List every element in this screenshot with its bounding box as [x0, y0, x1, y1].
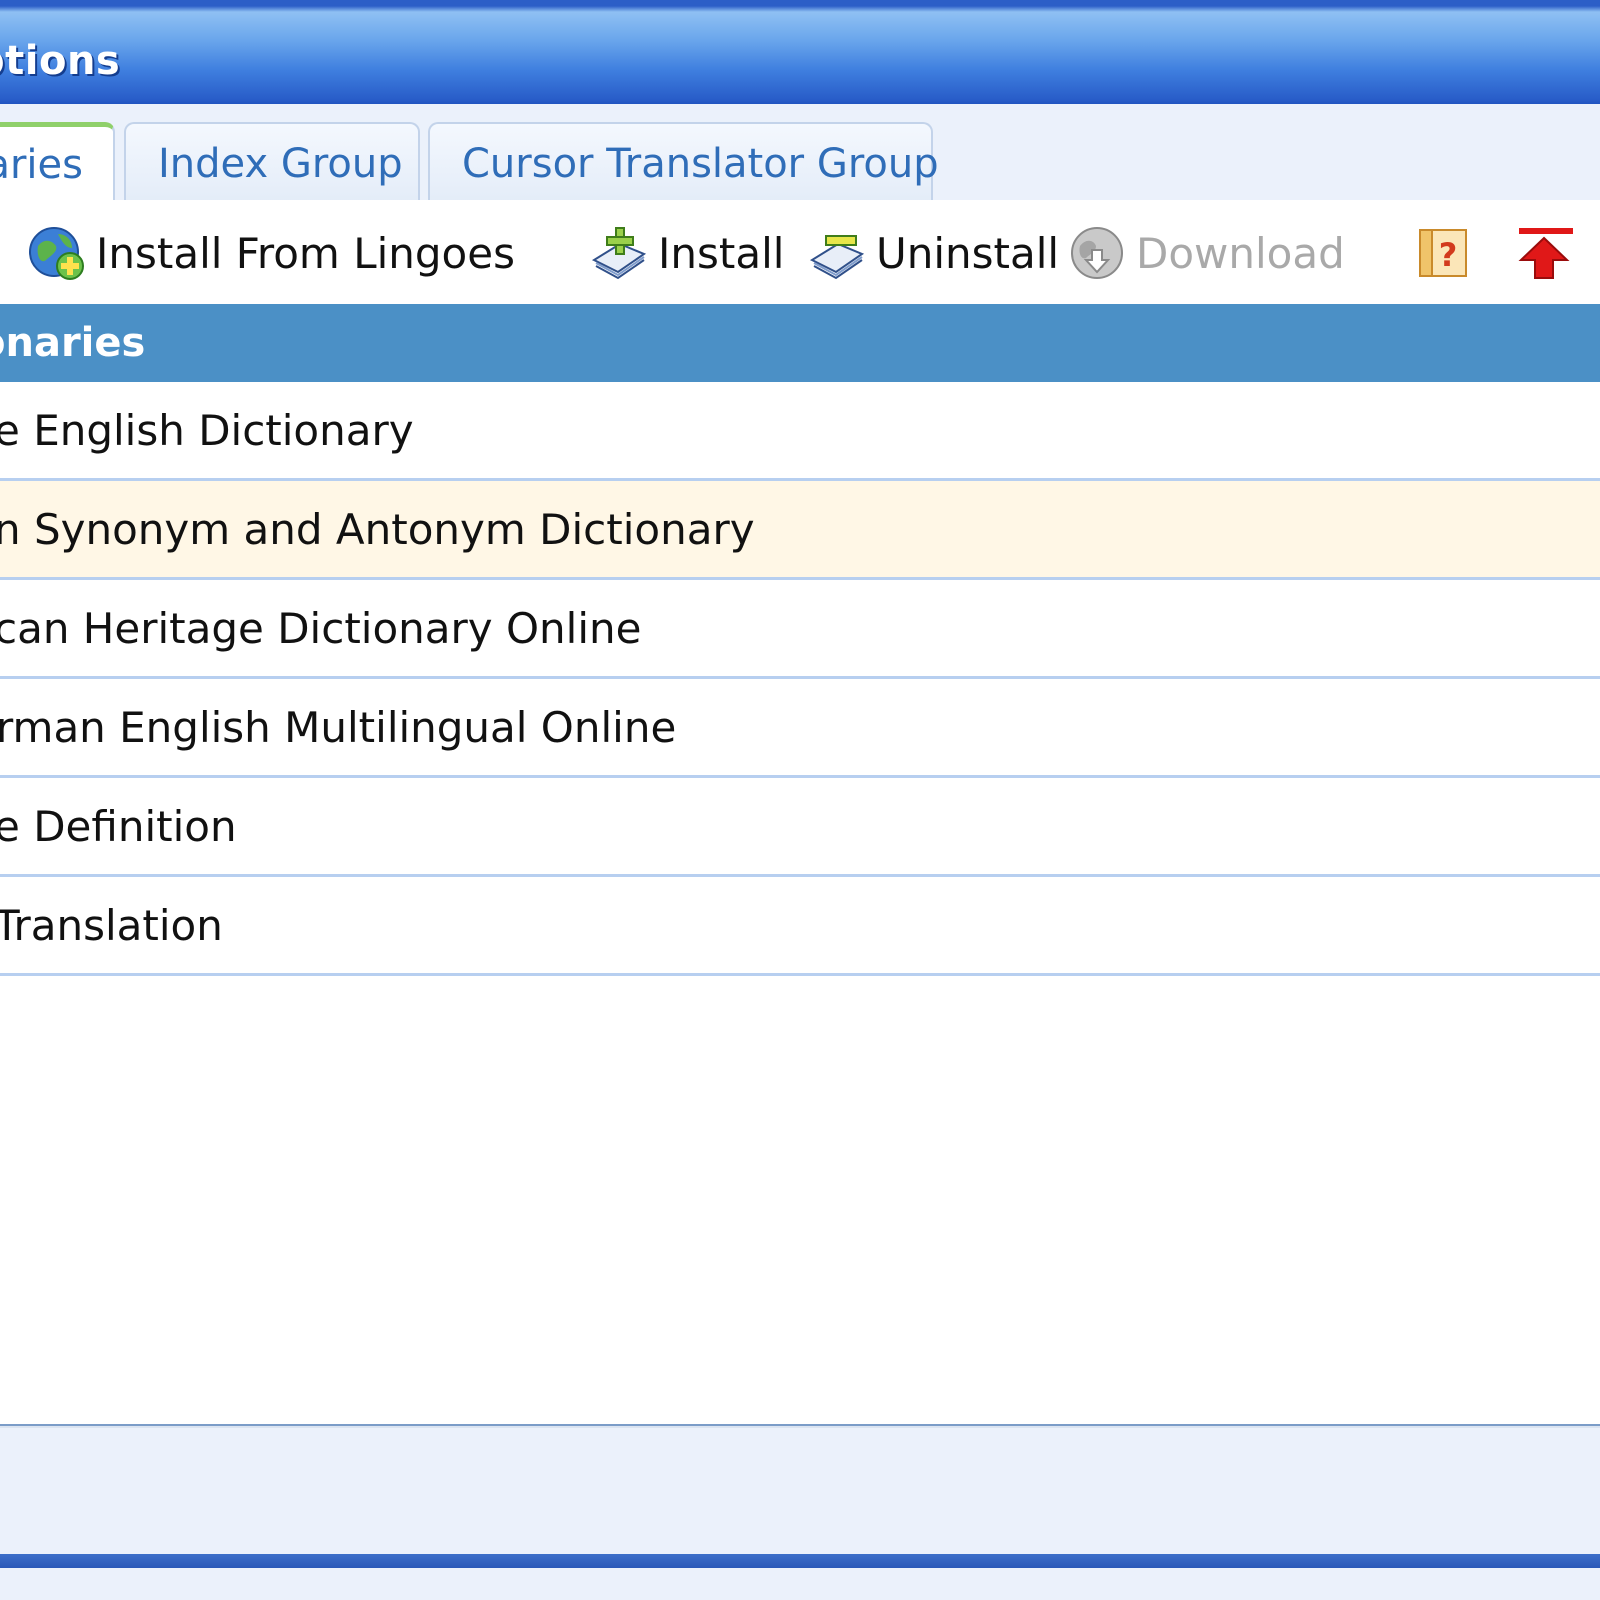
list-item-label: rman English Multilingual Online [0, 703, 677, 752]
download-label: Download [1136, 228, 1345, 278]
install-from-lingoes-label: Install From Lingoes [96, 228, 515, 278]
tab-dictionaries[interactable]: aries [0, 122, 115, 206]
book-add-icon [591, 227, 647, 280]
list-item-label: Translation [0, 901, 223, 950]
window-bottom-border [0, 1554, 1600, 1600]
toolbar: Install From Lingoes Install Uninstall D… [0, 200, 1600, 304]
list-item-label: n Synonym and Antonym Dictionary [0, 505, 755, 554]
options-window: ptions aries Index Group Cursor Translat… [0, 0, 1600, 1600]
list-header-label: onaries [0, 320, 146, 366]
tab-content: Install From Lingoes Install Uninstall D… [0, 200, 1600, 1427]
list-header: onaries [0, 304, 1600, 382]
list-item[interactable]: Translation [0, 877, 1600, 976]
tab-strip: aries Index Group Cursor Translator Grou… [0, 104, 1600, 206]
install-button[interactable]: Install [590, 222, 784, 284]
move-to-top-icon[interactable] [1515, 224, 1573, 282]
globe-add-icon [29, 227, 84, 280]
list-item-label: can Heritage Dictionary Online [0, 604, 642, 653]
list-item[interactable]: can Heritage Dictionary Online [0, 580, 1600, 679]
book-remove-icon [809, 235, 865, 280]
download-button[interactable]: Download [1068, 222, 1345, 284]
help-book-icon[interactable]: ? [1414, 224, 1472, 282]
list-item[interactable]: e Definition [0, 778, 1600, 877]
dictionary-list: e English Dictionary n Synonym and Anton… [0, 382, 1600, 976]
tab-cursor-translator-group[interactable]: Cursor Translator Group [428, 122, 939, 204]
uninstall-label: Uninstall [876, 228, 1060, 278]
list-item-label: e English Dictionary [0, 406, 414, 455]
title-bar[interactable]: ptions [0, 0, 1600, 104]
tab-index-group[interactable]: Index Group [124, 122, 420, 204]
uninstall-button[interactable]: Uninstall [808, 222, 1059, 284]
install-label: Install [658, 228, 785, 278]
list-item[interactable]: e English Dictionary [0, 382, 1600, 481]
list-item-label: e Definition [0, 802, 237, 851]
window-title: ptions [0, 38, 121, 84]
install-from-lingoes-button[interactable]: Install From Lingoes [28, 222, 515, 284]
download-icon [1071, 227, 1123, 279]
list-item[interactable]: rman English Multilingual Online [0, 679, 1600, 778]
svg-text:?: ? [1439, 236, 1458, 274]
list-item[interactable]: n Synonym and Antonym Dictionary [0, 481, 1600, 580]
dialog-footer [0, 1426, 1600, 1558]
